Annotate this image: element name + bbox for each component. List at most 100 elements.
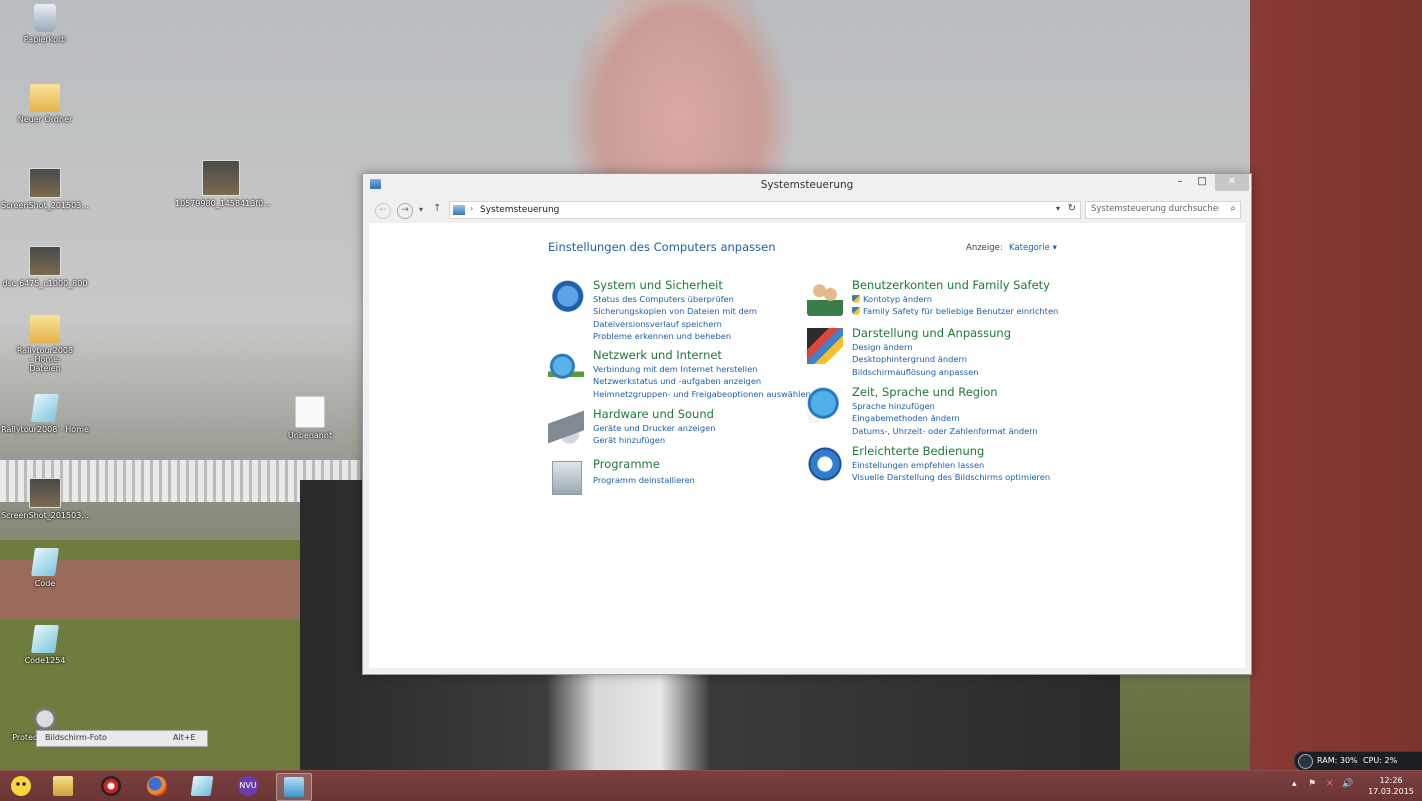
file-explorer-icon [53,776,73,796]
category-link-label: Family Safety für beliebige Benutzer ein… [863,306,1059,317]
category-link[interactable]: Netzwerkstatus und -aufgaben anzeigen [593,375,811,387]
category-link[interactable]: Probleme erkennen und beheben [593,330,757,342]
desktop-icon-screenshot-2[interactable]: ScreenShot_201503... [0,478,91,520]
desktop-icon-neuer-ordner[interactable]: Neuer Ordner [0,84,91,124]
users-icon[interactable] [807,280,843,316]
screenshot-tool-tooltip: Bildschirm-Foto Alt+E [36,730,208,747]
category-link[interactable]: Eingabemethoden ändern [852,412,1038,424]
desktop-icon-rallytour-home[interactable]: Rallytour2008 - Home [0,394,91,434]
desktop-icon-label: Rallytour2008 - Home [1,425,89,434]
network-icon[interactable]: ✕ [1326,779,1334,789]
category-link[interactable]: Desktophintergrund ändern [852,353,978,365]
category-link[interactable]: Heimnetzgruppen- und Freigabeoptionen au… [593,388,811,400]
document-icon [31,394,59,422]
category-title[interactable]: Netzwerk und Internet [593,348,722,362]
category-title[interactable]: Erleichterte Bedienung [852,444,984,458]
desktop-icon-rallytour-dateien[interactable]: Rallytour2008 - Home-Dateien [0,315,91,373]
recycle-bin-icon [34,4,56,32]
desktop-icon-unbenannt[interactable]: Unbenannt [264,396,356,440]
tooltip-shortcut: Alt+E [173,733,196,742]
close-button[interactable]: ✕ [1215,174,1249,191]
title-bar[interactable]: Systemsteuerung – □ ✕ [363,174,1251,196]
taskbar-item-control-panel[interactable] [276,773,312,801]
folder-icon [30,84,60,112]
image-file-icon [29,168,61,198]
search-box[interactable]: ⌕ [1085,201,1241,219]
desktop-icon-dsc-6475[interactable]: dsc-6475_c1000_800 [0,246,91,288]
image-file-icon [29,478,61,508]
breadcrumb[interactable]: Systemsteuerung [480,205,559,215]
uac-shield-icon [852,295,860,303]
category-title[interactable]: Benutzerkonten und Family Safety [852,278,1050,292]
category-link[interactable]: Einstellungen empfehlen lassen [852,459,1050,471]
category-link[interactable]: Datums-, Uhrzeit- oder Zahlenformat ände… [852,425,1038,437]
desktop-icon-code1254[interactable]: Code1254 [0,625,91,665]
clock[interactable]: 12:26 17.03.2015 [1366,775,1416,797]
ease-of-access-icon[interactable] [807,446,843,482]
uac-shield-icon [852,307,860,316]
printer-speaker-icon[interactable] [548,409,584,445]
clock-date: 17.03.2015 [1368,787,1414,796]
taskbar-item-smiley[interactable] [4,773,38,799]
category-link[interactable]: Gerät hinzufügen [593,434,715,446]
search-icon[interactable]: ⌕ [1230,203,1236,214]
category-link[interactable]: Bildschirmauflösung anpassen [852,366,978,378]
forward-button[interactable]: → [397,203,413,219]
photo-icon [29,246,61,276]
desktop-icon-label: Unbenannt [287,431,333,440]
desktop-icon-recycle-bin[interactable]: Papierkorb [0,4,91,44]
desktop-icon-label: ScreenShot_201503... [1,511,89,520]
display-icon[interactable] [807,328,843,364]
maximize-button[interactable]: □ [1191,174,1213,191]
category-link[interactable]: Verbindung mit dem Internet herstellen [593,363,811,375]
view-by-dropdown[interactable]: Kategorie ▾ [1009,243,1057,253]
category-link[interactable]: Geräte und Drucker anzeigen [593,422,715,434]
taskbar-item-firefox[interactable] [140,773,174,799]
taskbar-item-document[interactable] [185,773,219,799]
shield-icon[interactable] [548,280,584,316]
category-title[interactable]: Zeit, Sprache und Region [852,385,998,399]
desktop-icon-label: Rallytour2008 - Home-Dateien [16,346,74,373]
category-title[interactable]: Darstellung und Anpassung [852,326,1011,340]
category-link[interactable]: Sprache hinzufügen [852,400,1038,412]
category-title[interactable]: Programme [593,457,660,471]
network-globe-icon[interactable] [548,350,584,386]
desktop-icon-code[interactable]: Code [0,548,91,588]
desktop-icon-photo-10579980[interactable]: 10579980_1458413f0... [175,160,271,208]
desktop-icon-label: 10579980_1458413f0... [175,199,271,208]
refresh-button[interactable]: ↻ [1068,203,1076,214]
chevron-right-icon[interactable]: › [470,204,473,213]
desktop-icon-label: Papierkorb [23,35,67,44]
back-button[interactable]: ← [375,203,391,219]
rocket-icon [1298,754,1313,769]
programs-icon[interactable] [552,461,582,495]
minimize-button[interactable]: – [1169,174,1191,191]
category-link[interactable]: Kontotyp ändern [852,293,1058,305]
category-title[interactable]: Hardware und Sound [593,407,714,421]
category-link[interactable]: Family Safety für beliebige Benutzer ein… [852,305,1058,317]
category-link[interactable]: Dateiversionsverlauf speichern [593,318,757,330]
category-link[interactable]: Sicherungskopien von Dateien mit dem [593,305,757,317]
search-input[interactable] [1091,204,1219,214]
address-bar[interactable]: › Systemsteuerung ▾ ↻ [449,201,1081,219]
nvu-icon: NVU [238,776,258,796]
desktop-icon-label: ScreenShot_201503... [1,201,89,210]
globe-clock-icon[interactable] [807,387,843,423]
address-dropdown-button[interactable]: ▾ [1056,204,1060,213]
system-monitor-widget[interactable]: RAM: 30% CPU: 2% [1294,751,1422,771]
gear-app-icon [101,776,121,796]
recent-locations-dropdown[interactable]: ▾ [419,205,423,214]
action-center-flag-icon[interactable]: ⚑ [1308,779,1316,789]
show-hidden-icons-button[interactable]: ▴ [1292,779,1297,789]
taskbar-item-gear-app[interactable] [94,773,128,799]
taskbar-item-nvu[interactable]: NVU [231,773,265,799]
up-button[interactable]: ↑ [433,203,441,214]
category-link[interactable]: Design ändern [852,341,978,353]
category-link[interactable]: Programm deinstallieren [593,474,695,486]
category-link[interactable]: Visuelle Darstellung des Bildschirms opt… [852,471,1050,483]
desktop-icon-screenshot-1[interactable]: ScreenShot_201503... [0,168,91,210]
taskbar-item-explorer[interactable] [46,773,80,799]
category-title[interactable]: System und Sicherheit [593,278,723,292]
category-link[interactable]: Status des Computers überprüfen [593,293,757,305]
volume-icon[interactable]: 🔊 [1342,779,1353,789]
